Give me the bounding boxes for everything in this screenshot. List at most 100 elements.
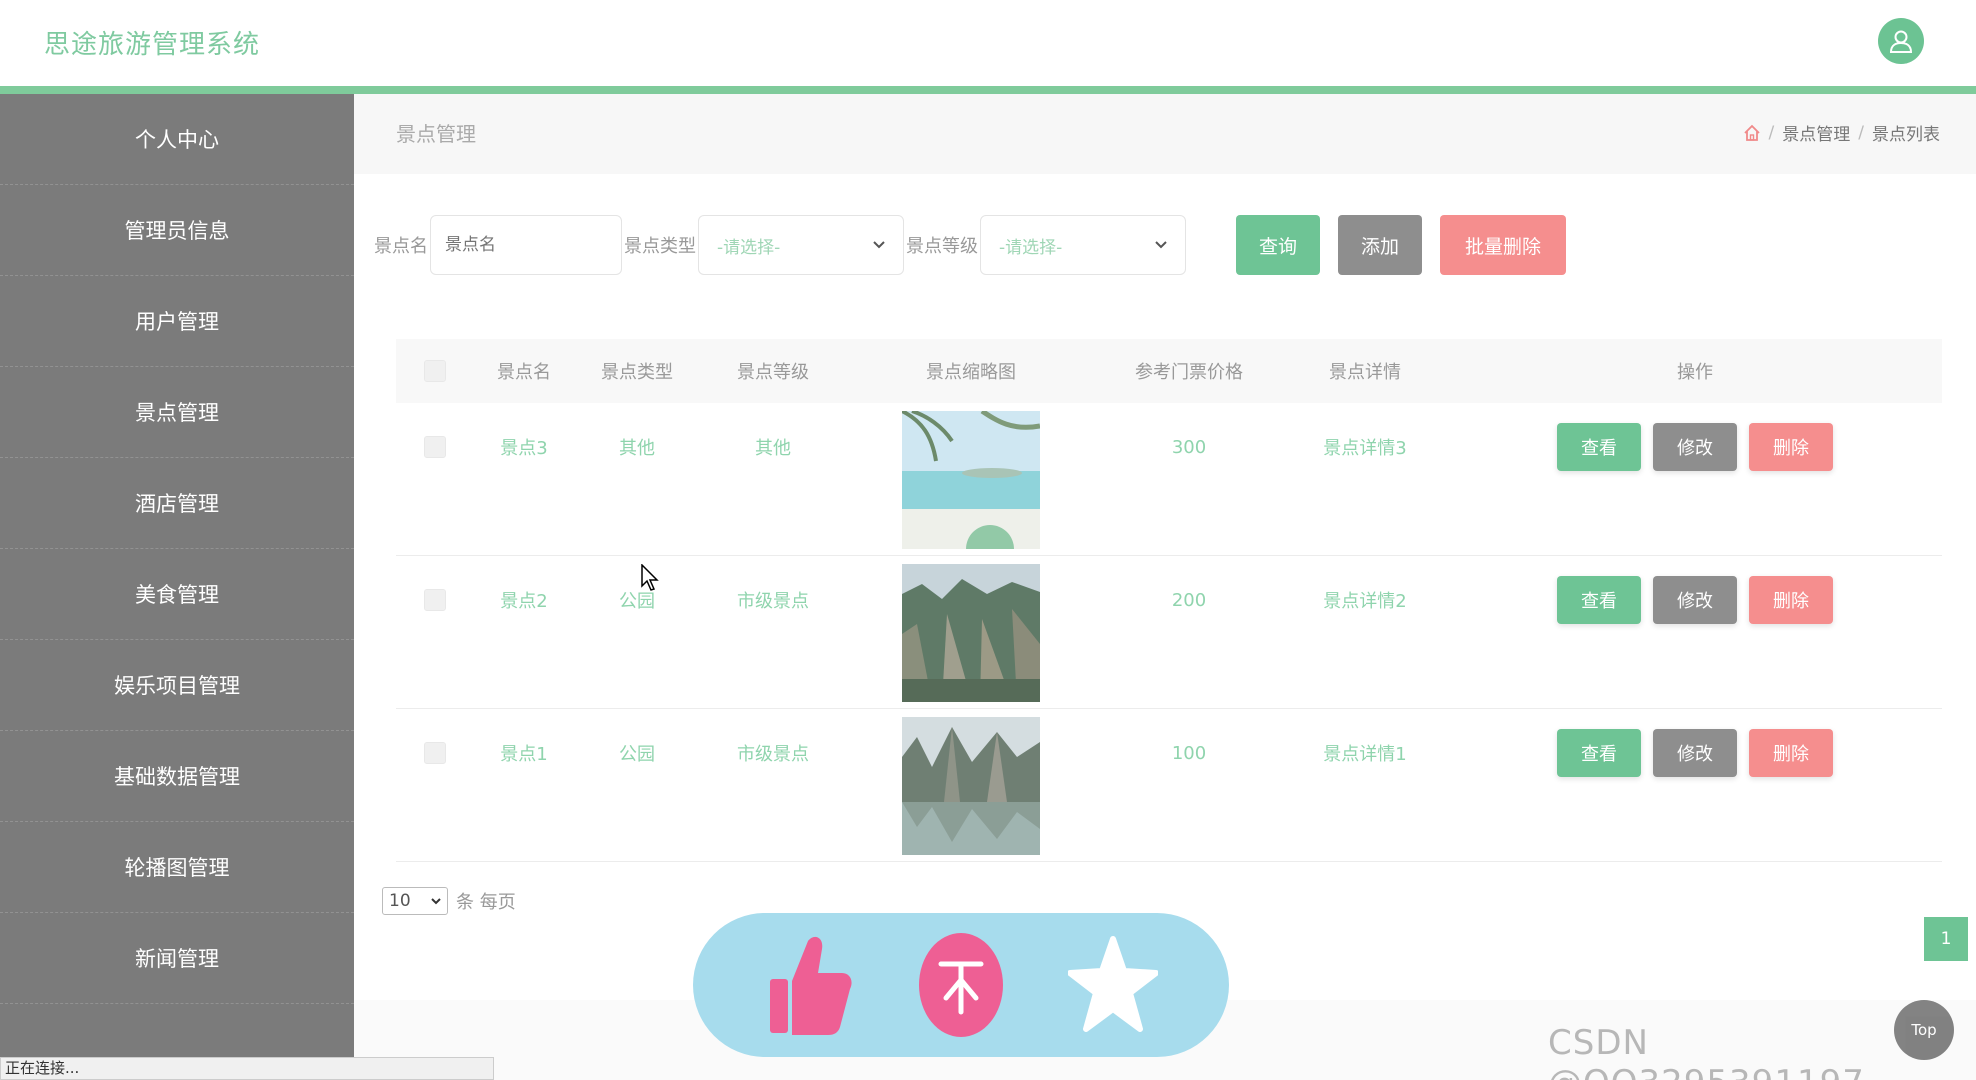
accent-line [0,86,1976,94]
spot-detail[interactable]: 景点详情2 [1282,556,1448,644]
column-header: 参考门票价格 [1135,362,1243,383]
column-header: 景点名 [497,362,551,383]
spot-level: 市级景点 [737,591,809,612]
breadcrumb-level1[interactable]: 景点管理 [1782,120,1850,145]
column-header: 景点等级 [737,362,809,383]
spot-type: 公园 [619,744,655,765]
spot-price: 300 [1171,436,1207,458]
data-table: 景点名 景点类型 景点等级 景点缩略图 参考门票价格 景点详情 操作 景点3 其… [396,339,1942,862]
edit-button[interactable]: 修改 [1653,423,1737,471]
home-icon[interactable] [1743,124,1761,142]
spot-detail[interactable]: 景点详情3 [1282,403,1448,491]
spot-price: 200 [1171,589,1207,611]
view-button[interactable]: 查看 [1557,423,1641,471]
delete-button[interactable]: 删除 [1749,423,1833,471]
column-header: 操作 [1677,362,1713,383]
spot-level: 市级景点 [737,744,809,765]
spot-name: 景点3 [500,438,548,459]
table-header: 景点名 景点类型 景点等级 景点缩略图 参考门票价格 景点详情 操作 [396,339,1942,403]
level-select[interactable]: -请选择- [980,215,1186,275]
breadcrumb-level2: 景点列表 [1872,125,1940,145]
type-select-value: -请选择- [717,237,781,258]
search-bar: 景点名 景点类型 -请选择- 景点等级 -请选择- 查询 添加 批量删除 [374,214,1566,276]
coin-button[interactable] [911,930,1011,1040]
user-icon [1889,30,1913,53]
level-label: 景点等级 [906,236,978,257]
select-all-cell [396,360,474,382]
column-header: 景点详情 [1329,362,1401,383]
column-header: 景点类型 [601,362,673,383]
table-row: 景点3 其他 其他 300 景点详情3 查看 修改 删除 [396,403,1942,556]
page-size-value: 10 [389,891,411,911]
select-all-checkbox[interactable] [424,360,446,382]
sidebar-item-entertainment[interactable]: 娱乐项目管理 [0,640,354,731]
per-page-label: 条 每页 [456,892,516,913]
spot-detail[interactable]: 景点详情1 [1282,709,1448,797]
spot-level: 其他 [755,438,791,459]
sidebar-item-users[interactable]: 用户管理 [0,276,354,367]
name-label: 景点名 [374,236,428,257]
batch-delete-button[interactable]: 批量删除 [1440,215,1566,275]
chevron-down-icon [873,241,885,249]
spot-name: 景点1 [500,744,548,765]
page-header: 景点管理 / 景点管理 / 景点列表 [354,94,1976,174]
thumbnail-cell [846,709,1096,862]
table-row: 景点1 公园 市级景点 100 景点详情1 查看 修改 删除 [396,709,1942,862]
row-checkbox[interactable] [424,436,446,458]
watermark: CSDN @QQ3295391197 [1548,1023,1864,1080]
view-button[interactable]: 查看 [1557,729,1641,777]
cliff-thumbnail[interactable] [902,564,1040,702]
thumbnail-cell [846,403,1096,556]
page-number-button[interactable]: 1 [1924,917,1968,961]
breadcrumb-separator: / [1858,122,1864,143]
sidebar-item-hotels[interactable]: 酒店管理 [0,458,354,549]
sidebar-item-admin-info[interactable]: 管理员信息 [0,185,354,276]
add-button[interactable]: 添加 [1338,215,1422,275]
level-select-value: -请选择- [999,237,1063,258]
sidebar-item-news[interactable]: 新闻管理 [0,913,354,1004]
row-actions: 查看 修改 删除 [1448,709,1942,797]
sidebar-item-carousel[interactable]: 轮播图管理 [0,822,354,913]
chevron-down-icon [431,897,441,904]
chevron-down-icon [1155,241,1167,249]
like-button[interactable] [759,930,859,1040]
page-size-control: 10 条 每页 [382,887,516,915]
sidebar-item-scenic-spots[interactable]: 景点管理 [0,367,354,458]
favorite-button[interactable] [1063,930,1163,1040]
user-avatar[interactable] [1878,18,1924,64]
delete-button[interactable]: 删除 [1749,576,1833,624]
name-search-input[interactable] [430,215,622,275]
spot-type: 其他 [619,438,655,459]
type-select[interactable]: -请选择- [698,215,904,275]
thumbs-up-icon [770,936,852,1035]
spot-name: 景点2 [500,591,548,612]
page-size-select[interactable]: 10 [382,887,448,915]
top-bar: 思途旅游管理系统 [0,0,1976,86]
breadcrumb-separator: / [1768,122,1775,143]
sidebar-item-food[interactable]: 美食管理 [0,549,354,640]
query-button[interactable]: 查询 [1236,215,1320,275]
app-title: 思途旅游管理系统 [44,30,261,60]
view-button[interactable]: 查看 [1557,576,1641,624]
thumbnail-cell [846,556,1096,709]
row-actions: 查看 修改 删除 [1448,556,1942,644]
column-header: 景点缩略图 [926,362,1016,383]
sidebar-item-base-data[interactable]: 基础数据管理 [0,731,354,822]
edit-button[interactable]: 修改 [1653,576,1737,624]
sidebar-item-personal-center[interactable]: 个人中心 [0,94,354,185]
page-title: 景点管理 [396,122,476,146]
row-select-cell [396,556,474,644]
mouse-cursor-icon [641,564,659,591]
browser-status-bar: 正在连接... [0,1057,494,1080]
sidebar: 个人中心 管理员信息 用户管理 景点管理 酒店管理 美食管理 娱乐项目管理 基础… [0,94,354,1080]
beach-thumbnail[interactable] [902,411,1040,549]
delete-button[interactable]: 删除 [1749,729,1833,777]
coin-icon [919,933,1003,1037]
breadcrumb: / 景点管理 / 景点列表 [1743,120,1940,145]
row-select-cell [396,709,474,797]
row-checkbox[interactable] [424,742,446,764]
reaction-bar [693,913,1229,1057]
lake-thumbnail[interactable] [902,717,1040,855]
row-checkbox[interactable] [424,589,446,611]
edit-button[interactable]: 修改 [1653,729,1737,777]
